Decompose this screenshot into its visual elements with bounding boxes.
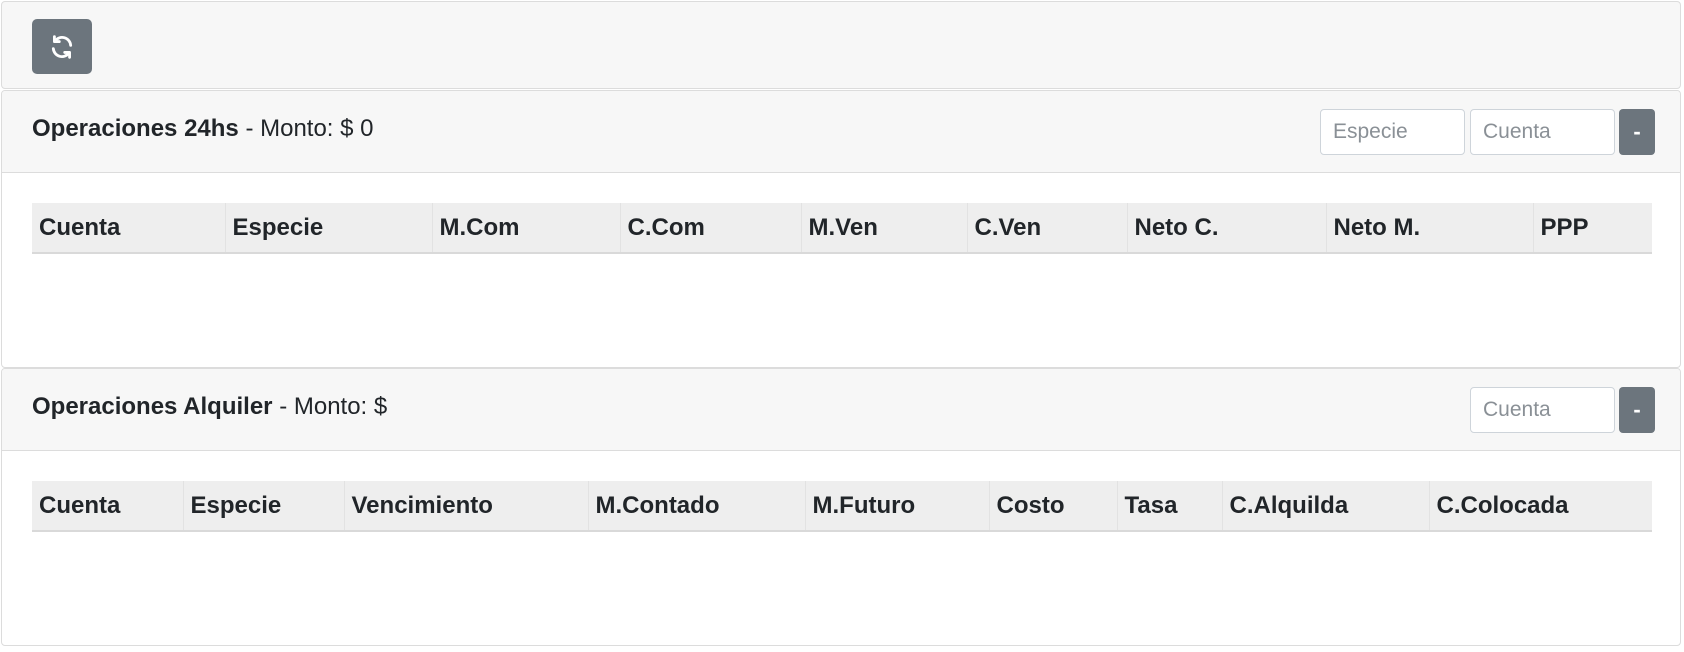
operaciones-alquiler-header: Operaciones Alquiler - Monto: $ - bbox=[2, 369, 1680, 451]
column-header-c-ven[interactable]: C.Ven bbox=[966, 203, 1127, 254]
column-header-cuenta[interactable]: Cuenta bbox=[32, 203, 225, 254]
operaciones-alquiler-table: Cuenta Especie Vencimiento M.Contado M.F… bbox=[32, 481, 1652, 532]
column-header-c-alquilda[interactable]: C.Alquilda bbox=[1221, 481, 1429, 532]
alquiler-cuenta-filter-input[interactable] bbox=[1470, 387, 1615, 433]
operaciones-24hs-header-row: Cuenta Especie M.Com C.Com M.Ven C.Ven N… bbox=[32, 203, 1652, 254]
column-header-especie[interactable]: Especie bbox=[224, 203, 432, 254]
refresh-icon bbox=[49, 34, 75, 60]
cuenta-filter-input[interactable] bbox=[1470, 109, 1615, 155]
column-header-m-com[interactable]: M.Com bbox=[431, 203, 620, 254]
column-header-vencimiento[interactable]: Vencimiento bbox=[343, 481, 588, 532]
column-header-m-ven[interactable]: M.Ven bbox=[800, 203, 967, 254]
column-header-ppp[interactable]: PPP bbox=[1532, 203, 1652, 254]
column-header-tasa[interactable]: Tasa bbox=[1116, 481, 1222, 532]
operaciones-24hs-monto: - Monto: $ 0 bbox=[245, 115, 374, 142]
page: Operaciones 24hs - Monto: $ 0 - Cuenta E… bbox=[0, 0, 1684, 652]
operaciones-24hs-table: Cuenta Especie M.Com C.Com M.Ven C.Ven N… bbox=[32, 203, 1652, 254]
operaciones-alquiler-collapse-button[interactable]: - bbox=[1619, 387, 1655, 433]
operaciones-24hs-panel: Operaciones 24hs - Monto: $ 0 - Cuenta E… bbox=[1, 90, 1681, 368]
especie-filter-input[interactable] bbox=[1320, 109, 1465, 155]
column-header-neto-m[interactable]: Neto M. bbox=[1325, 203, 1533, 254]
toolbar bbox=[1, 1, 1681, 89]
operaciones-24hs-title-text: Operaciones 24hs bbox=[32, 115, 239, 142]
column-header-costo[interactable]: Costo bbox=[988, 481, 1117, 532]
column-header-m-contado[interactable]: M.Contado bbox=[587, 481, 805, 532]
refresh-button[interactable] bbox=[32, 19, 92, 74]
operaciones-alquiler-title: Operaciones Alquiler - Monto: $ bbox=[32, 391, 387, 423]
column-header-m-futuro[interactable]: M.Futuro bbox=[804, 481, 989, 532]
column-header-especie[interactable]: Especie bbox=[182, 481, 344, 532]
column-header-c-colocada[interactable]: C.Colocada bbox=[1428, 481, 1652, 532]
column-header-c-com[interactable]: C.Com bbox=[619, 203, 801, 254]
operaciones-alquiler-panel: Operaciones Alquiler - Monto: $ - Cuenta… bbox=[1, 368, 1681, 646]
column-header-neto-c[interactable]: Neto C. bbox=[1126, 203, 1326, 254]
operaciones-alquiler-header-row: Cuenta Especie Vencimiento M.Contado M.F… bbox=[32, 481, 1652, 532]
operaciones-alquiler-title-text: Operaciones Alquiler bbox=[32, 393, 273, 420]
column-header-cuenta[interactable]: Cuenta bbox=[32, 481, 183, 532]
operaciones-24hs-header: Operaciones 24hs - Monto: $ 0 - bbox=[2, 91, 1680, 173]
operaciones-24hs-collapse-button[interactable]: - bbox=[1619, 109, 1655, 155]
operaciones-24hs-title: Operaciones 24hs - Monto: $ 0 bbox=[32, 113, 374, 145]
operaciones-alquiler-monto: - Monto: $ bbox=[279, 393, 388, 420]
